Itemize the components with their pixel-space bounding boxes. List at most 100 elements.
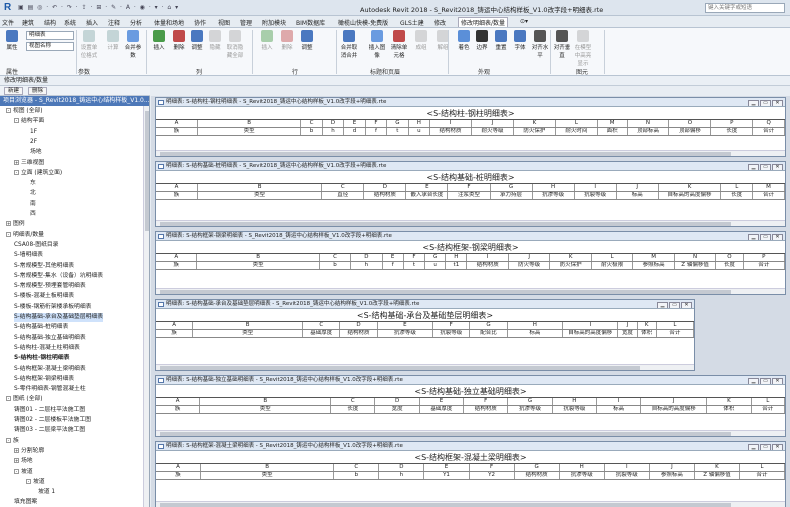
column-letter[interactable]: G bbox=[470, 322, 508, 329]
column-letter[interactable]: Q bbox=[753, 120, 785, 127]
column-header[interactable]: Z 轴偏移值 bbox=[695, 472, 740, 479]
schedule-tab-1[interactable]: 明细表: S-结构基础-桩明细表 - S_Revit2018_铸运中心结构样板_… bbox=[156, 162, 785, 171]
ribbon-tab-1[interactable]: 建筑 bbox=[22, 18, 34, 27]
schedule-window-0[interactable]: 明细表: S-结构柱-钢柱明细表 - S_Revit2018_铸运中心结构样板_… bbox=[155, 97, 786, 157]
close-icon[interactable]: ✕ bbox=[772, 444, 783, 450]
minimize-icon[interactable]: ▁ bbox=[748, 234, 759, 240]
column-letter[interactable]: A bbox=[156, 254, 198, 261]
column-header[interactable]: 嵌入承台长度 bbox=[406, 192, 449, 199]
column-letter[interactable]: K bbox=[513, 120, 556, 127]
column-letter[interactable]: E bbox=[377, 322, 434, 329]
column-header[interactable]: 防火保护 bbox=[550, 262, 592, 269]
column-letter[interactable]: C bbox=[331, 398, 376, 405]
ribbon-tab-4[interactable]: 插入 bbox=[86, 18, 98, 27]
ribbon-button-5[interactable]: 删除 bbox=[170, 30, 188, 51]
type-selector-dropdown[interactable]: 明细表 bbox=[26, 31, 74, 40]
horizontal-scrollbar[interactable] bbox=[156, 364, 694, 370]
view-name-dropdown[interactable]: 视图名称 bbox=[26, 42, 74, 51]
column-header[interactable]: 参照标高 bbox=[633, 262, 675, 269]
tree-expand-icon[interactable]: - bbox=[14, 118, 19, 124]
column-header[interactable]: 标高 bbox=[508, 330, 564, 337]
column-letter[interactable]: C bbox=[319, 254, 352, 261]
column-header[interactable]: Y2 bbox=[470, 472, 515, 479]
tree-node[interactable]: S-结构框架-混凝土梁明细表 bbox=[14, 365, 86, 374]
column-header[interactable]: 抗裂等级 bbox=[575, 192, 617, 199]
scrollbar-thumb[interactable] bbox=[160, 152, 731, 156]
tree-node[interactable]: - 视图 (全部) bbox=[6, 107, 43, 116]
column-header[interactable]: 族 bbox=[156, 406, 201, 413]
tree-node[interactable]: S-结构柱-混凝土柱明细表 bbox=[14, 344, 80, 353]
column-header[interactable]: 面积 bbox=[598, 128, 628, 135]
column-letter[interactable]: L bbox=[656, 322, 694, 329]
column-letter[interactable]: H bbox=[408, 120, 431, 127]
column-letter[interactable]: F bbox=[464, 398, 509, 405]
column-header[interactable]: 抗裂等级 bbox=[605, 472, 650, 479]
column-letter[interactable]: D bbox=[322, 120, 345, 127]
column-letter[interactable]: J bbox=[508, 254, 551, 261]
column-letter[interactable]: N bbox=[627, 120, 670, 127]
column-letter[interactable]: B bbox=[201, 464, 335, 471]
schedule-tab-2[interactable]: 明细表: S-结构框架-钢梁明细表 - S_Revit2018_铸运中心结构样板… bbox=[156, 232, 785, 241]
column-letter[interactable]: O bbox=[716, 254, 744, 261]
column-header[interactable]: 合计 bbox=[753, 128, 785, 135]
tree-expand-icon[interactable]: - bbox=[14, 169, 19, 175]
ribbon-button-2[interactable]: 计算 bbox=[104, 30, 122, 51]
column-letter[interactable]: A bbox=[156, 322, 194, 329]
tree-node[interactable]: S-楼板-钢筋桁架楼承板明细表 bbox=[14, 303, 91, 312]
ribbon-button-7[interactable]: 隐藏 bbox=[206, 30, 224, 51]
column-header[interactable]: u bbox=[425, 262, 447, 269]
schedule-window-3[interactable]: 明细表: S-结构基础-承台及基础垫层明细表 - S_Revit2018_铸运中… bbox=[155, 299, 695, 371]
column-header[interactable]: 自标高的高度偏移 bbox=[641, 406, 708, 413]
ribbon-button-19[interactable]: 重置 bbox=[492, 30, 510, 51]
column-letter[interactable]: E bbox=[406, 184, 449, 191]
schedule-window-5[interactable]: 明细表: S-结构框架-混凝土梁明细表 - S_Revit2018_铸运中心结构… bbox=[155, 441, 786, 507]
column-header[interactable]: 宽度 bbox=[375, 406, 420, 413]
column-letter[interactable]: K bbox=[707, 398, 752, 405]
column-header[interactable]: 防火保护 bbox=[514, 128, 556, 135]
column-header[interactable]: 类型 bbox=[198, 192, 323, 199]
column-letter[interactable]: E bbox=[382, 254, 404, 261]
ribbon-button-10[interactable]: 删除 bbox=[278, 30, 296, 51]
tree-expand-icon[interactable]: - bbox=[6, 231, 11, 237]
tree-expand-icon[interactable]: - bbox=[6, 108, 11, 113]
column-header[interactable]: 族 bbox=[156, 330, 194, 337]
tree-node[interactable]: S-结构柱-钢柱明细表 bbox=[14, 354, 69, 363]
tree-node[interactable]: -族 bbox=[6, 437, 19, 446]
ribbon-button-15[interactable]: 成组 bbox=[412, 30, 430, 51]
column-letter[interactable]: J bbox=[649, 464, 695, 471]
column-letter[interactable]: K bbox=[694, 464, 740, 471]
column-header[interactable]: t bbox=[387, 128, 409, 135]
tree-node[interactable]: + 分割轮廓 bbox=[14, 447, 44, 456]
horizontal-scrollbar[interactable] bbox=[156, 501, 785, 507]
column-header[interactable]: 顶部标高 bbox=[628, 128, 670, 135]
ribbon-button-3[interactable]: 合并参数 bbox=[124, 30, 142, 59]
column-header[interactable]: 族 bbox=[156, 262, 198, 269]
tree-node[interactable]: - 坡道 bbox=[26, 478, 45, 487]
scrollbar-thumb[interactable] bbox=[160, 432, 731, 436]
column-header[interactable]: 结构材质 bbox=[515, 472, 560, 479]
ribbon-tab-11[interactable]: 附加模块 bbox=[262, 18, 286, 27]
tree-node[interactable]: S-常规模型-其他明细表 bbox=[14, 262, 74, 271]
column-header[interactable]: 耐火时间 bbox=[556, 128, 598, 135]
column-letter[interactable]: D bbox=[364, 184, 407, 191]
column-header[interactable]: 抗裂等级 bbox=[553, 406, 597, 413]
schedule-window-4[interactable]: 明细表: S-结构基础-独立基础明细表 - S_Revit2018_铸运中心结构… bbox=[155, 375, 786, 437]
close-icon[interactable]: ✕ bbox=[772, 378, 783, 384]
column-letter[interactable]: H bbox=[507, 322, 564, 329]
column-header[interactable]: 结构材质 bbox=[467, 262, 509, 269]
column-letter[interactable]: J bbox=[472, 120, 514, 127]
column-header[interactable]: 结构材质 bbox=[464, 406, 509, 413]
column-header[interactable]: 结构材质 bbox=[364, 192, 407, 199]
column-letter[interactable]: F bbox=[403, 254, 426, 261]
delete-button[interactable]: 删除 bbox=[28, 87, 48, 95]
ribbon-tab-6[interactable]: 分析 bbox=[130, 18, 142, 27]
column-letter[interactable]: K bbox=[658, 184, 722, 191]
horizontal-scrollbar[interactable] bbox=[156, 150, 785, 156]
close-icon[interactable]: ✕ bbox=[772, 100, 783, 106]
horizontal-scrollbar[interactable] bbox=[156, 288, 785, 294]
restore-icon[interactable]: ▭ bbox=[760, 444, 771, 450]
column-header[interactable]: 顶部偏移 bbox=[669, 128, 712, 135]
column-header[interactable]: 耐火等级 bbox=[472, 128, 514, 135]
column-letter[interactable]: C bbox=[322, 184, 365, 191]
column-letter[interactable]: C bbox=[303, 322, 341, 329]
